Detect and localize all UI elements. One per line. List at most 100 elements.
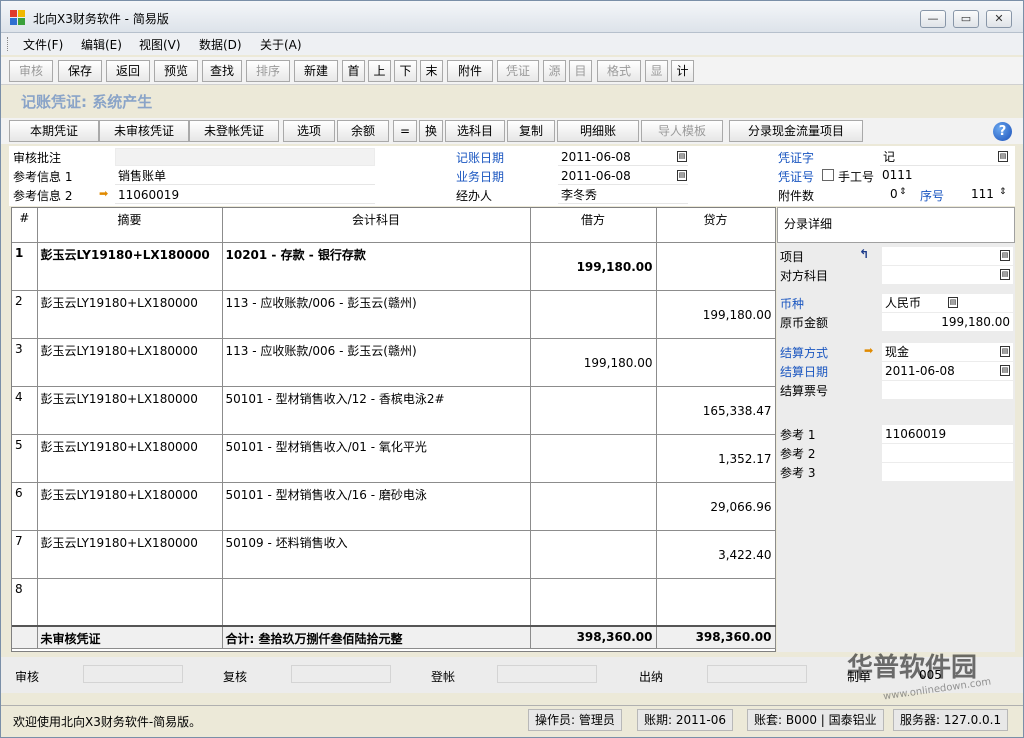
jump-icon[interactable]: ↰ (859, 247, 869, 261)
list-icon[interactable]: ▤ (1000, 269, 1010, 280)
table-row[interactable]: 8 (12, 578, 776, 627)
row-credit[interactable]: 3,422.40 (656, 530, 776, 579)
list-icon[interactable]: ▤ (1000, 250, 1010, 261)
contra-account-field[interactable] (882, 266, 1013, 284)
settle-date-field[interactable]: 2011-06-08 (882, 362, 1013, 380)
row-credit[interactable]: 29,066.96 (656, 482, 776, 531)
row-account[interactable]: 50101 - 型材销售收入/16 - 磨砂电泳 (222, 482, 531, 531)
preview-button[interactable]: 预览 (154, 60, 198, 82)
prev-button[interactable]: 上 (368, 60, 391, 82)
calendar-icon[interactable]: ▤ (677, 151, 687, 162)
post-date-field[interactable]: 2011-06-08 (558, 148, 688, 166)
arrow-right-icon[interactable]: ➡ (99, 187, 108, 200)
row-credit[interactable] (656, 338, 776, 387)
copy-button[interactable]: 复制 (507, 120, 555, 142)
row-account[interactable]: 10201 - 存款 - 银行存款 (222, 242, 531, 291)
calendar-icon[interactable]: ▤ (677, 170, 687, 181)
equals-button[interactable]: = (393, 120, 417, 142)
find-button[interactable]: 查找 (202, 60, 242, 82)
table-row[interactable]: 5 彭玉云LY19180+LX180000 50101 - 型材销售收入/01 … (12, 434, 776, 483)
balance-button[interactable]: 余额 (337, 120, 389, 142)
voucher-no-value[interactable]: 0111 (882, 168, 913, 182)
import-template-button[interactable]: 导人模板 (641, 120, 723, 142)
attachments-value[interactable]: 0 (890, 187, 898, 201)
next-button[interactable]: 下 (394, 60, 417, 82)
row-debit[interactable]: 199,180.00 (530, 242, 657, 291)
help-icon[interactable]: ? (993, 122, 1012, 141)
col-header-summary[interactable]: 摘要 (37, 208, 223, 243)
table-row[interactable]: 4 彭玉云LY19180+LX180000 50101 - 型材销售收入/12 … (12, 386, 776, 435)
current-period-vouchers-button[interactable]: 本期凭证 (9, 120, 99, 142)
seq-value[interactable]: 111 (971, 187, 994, 201)
minimize-button[interactable]: — (920, 10, 946, 28)
show-button[interactable]: 显 (645, 60, 668, 82)
col-header-no[interactable]: # (12, 208, 38, 243)
list-icon[interactable]: ▤ (1000, 346, 1010, 357)
row-account[interactable]: 50101 - 型材销售收入/01 - 氧化平光 (222, 434, 531, 483)
row-debit[interactable] (530, 482, 657, 531)
row-credit[interactable]: 165,338.47 (656, 386, 776, 435)
settle-method-field[interactable]: 现金 (882, 343, 1013, 361)
row-debit[interactable] (530, 530, 657, 579)
sort-button[interactable]: 排序 (246, 60, 290, 82)
row-credit[interactable] (656, 578, 776, 627)
catalog-button[interactable]: 目 (569, 60, 592, 82)
list-icon[interactable]: ▤ (948, 297, 958, 308)
item-field[interactable] (882, 247, 1013, 265)
row-summary[interactable] (37, 578, 223, 627)
voucher-button[interactable]: 凭证 (497, 60, 539, 82)
format-button[interactable]: 格式 (597, 60, 641, 82)
col-header-account[interactable]: 会计科目 (222, 208, 531, 243)
handler-field[interactable]: 李冬秀 (558, 186, 688, 204)
col-header-credit[interactable]: 贷方 (656, 208, 776, 243)
row-credit[interactable]: 1,352.17 (656, 434, 776, 483)
row-summary[interactable]: 彭玉云LY19180+LX180000 (37, 290, 223, 339)
spinner-icon[interactable]: ⇕ (999, 187, 1007, 197)
row-account[interactable]: 50109 - 坯料销售收入 (222, 530, 531, 579)
calendar-icon[interactable]: ▤ (1000, 365, 1010, 376)
row-debit[interactable] (530, 578, 657, 627)
settle-no-field[interactable] (882, 381, 1013, 399)
row-debit[interactable] (530, 434, 657, 483)
entry-detail-header[interactable]: 分录详细 (777, 207, 1015, 243)
menu-file[interactable]: 文件(F) (23, 36, 63, 53)
row-summary[interactable]: 彭玉云LY19180+LX180000 (37, 242, 223, 291)
swap-button[interactable]: 换 (419, 120, 443, 142)
voucher-word-field[interactable]: 记 (880, 148, 1010, 166)
ref-info-1-field[interactable]: 销售账单 (115, 167, 375, 185)
table-row[interactable]: 1 彭玉云LY19180+LX180000 10201 - 存款 - 银行存款 … (12, 242, 776, 291)
table-row[interactable]: 6 彭玉云LY19180+LX180000 50101 - 型材销售收入/16 … (12, 482, 776, 531)
ledger-detail-button[interactable]: 明细账 (557, 120, 639, 142)
save-button[interactable]: 保存 (58, 60, 102, 82)
row-account[interactable]: 113 - 应收账款/006 - 彭玉云(赣州) (222, 338, 531, 387)
row-account[interactable]: 50101 - 型材销售收入/12 - 香槟电泳2# (222, 386, 531, 435)
detail-ref-2-field[interactable] (882, 444, 1013, 462)
menu-about[interactable]: 关于(A) (260, 36, 302, 53)
row-credit[interactable] (656, 242, 776, 291)
row-summary[interactable]: 彭玉云LY19180+LX180000 (37, 530, 223, 579)
last-button[interactable]: 末 (420, 60, 443, 82)
table-row[interactable]: 2 彭玉云LY19180+LX180000 113 - 应收账款/006 - 彭… (12, 290, 776, 339)
menu-data[interactable]: 数据(D) (199, 36, 242, 53)
cashflow-items-button[interactable]: 分录现金流量项目 (729, 120, 863, 142)
row-summary[interactable]: 彭玉云LY19180+LX180000 (37, 386, 223, 435)
table-row[interactable]: 7 彭玉云LY19180+LX180000 50109 - 坯料销售收入 3,4… (12, 530, 776, 579)
biz-date-field[interactable]: 2011-06-08 (558, 167, 688, 185)
row-summary[interactable]: 彭玉云LY19180+LX180000 (37, 338, 223, 387)
detail-ref-1-field[interactable]: 11060019 (882, 425, 1013, 443)
row-debit[interactable]: 199,180.00 (530, 338, 657, 387)
unaudited-vouchers-button[interactable]: 未审核凭证 (99, 120, 189, 142)
ref-info-2-field[interactable]: 11060019 (115, 186, 375, 204)
row-account[interactable] (222, 578, 531, 627)
restore-button[interactable]: ▭ (953, 10, 979, 28)
list-icon[interactable]: ▤ (998, 151, 1008, 162)
row-debit[interactable] (530, 386, 657, 435)
table-row[interactable]: 3 彭玉云LY19180+LX180000 113 - 应收账款/006 - 彭… (12, 338, 776, 387)
audit-note-field[interactable] (115, 148, 375, 166)
menu-edit[interactable]: 编辑(E) (81, 36, 122, 53)
col-header-debit[interactable]: 借方 (530, 208, 657, 243)
orig-amount-field[interactable]: 199,180.00 (882, 313, 1013, 331)
manual-no-checkbox[interactable] (822, 169, 834, 181)
row-account[interactable]: 113 - 应收账款/006 - 彭玉云(赣州) (222, 290, 531, 339)
row-summary[interactable]: 彭玉云LY19180+LX180000 (37, 482, 223, 531)
